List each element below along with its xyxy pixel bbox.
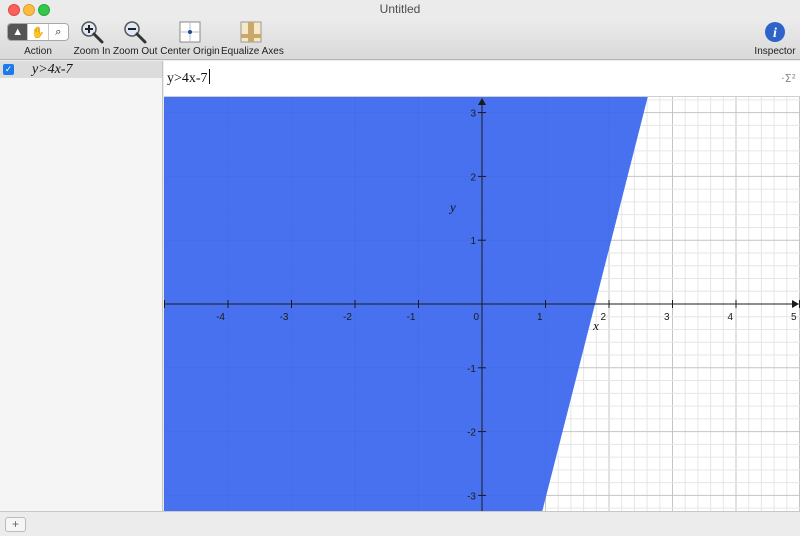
equation-list-item[interactable]: ✓ y>4x-7 — [0, 61, 162, 78]
graph-view[interactable]: -5-4-3-2-1012345-3-2-1123xy — [153, 86, 800, 522]
equation-input[interactable]: y>4x-7 — [167, 69, 210, 87]
toolbar: ▲ ✋ ⌕ Action Zoom In Zoom Out Center Ori… — [0, 20, 800, 60]
zoom-in-icon — [81, 21, 104, 44]
hand-tool-icon[interactable]: ✋ — [28, 24, 49, 40]
x-tick-label: 4 — [727, 312, 733, 323]
inspector-label: Inspector — [754, 46, 796, 57]
equation-text: y>4x-7 — [32, 61, 73, 77]
close-window-button[interactable] — [8, 4, 20, 16]
x-tick-label: 5 — [791, 312, 797, 323]
x-tick-label: 3 — [664, 312, 670, 323]
pointer-tool-icon[interactable]: ▲ — [8, 24, 29, 40]
x-tick-label: -2 — [343, 312, 352, 323]
minimize-window-button[interactable] — [23, 4, 35, 16]
svg-text:i: i — [773, 26, 777, 41]
text-caret — [208, 69, 210, 84]
x-axis-label: x — [592, 318, 599, 333]
zoom-window-button[interactable] — [38, 4, 50, 16]
zoom-in-label: Zoom In — [73, 46, 111, 57]
x-tick-label: 0 — [473, 312, 479, 323]
equation-expression: y>4x-7 — [167, 71, 208, 86]
x-tick-label: 1 — [537, 312, 543, 323]
window-title: Untitled — [379, 2, 421, 16]
zoom-out-icon — [124, 21, 147, 44]
center-origin-label: Center Origin — [160, 46, 220, 57]
x-tick-label: 2 — [600, 312, 606, 323]
title-bar: Untitled — [0, 0, 800, 20]
graph-canvas[interactable]: -5-4-3-2-1012345-3-2-1123xy — [153, 86, 800, 522]
sigma-icon[interactable]: ·Σ² — [781, 72, 796, 85]
y-tick-label: -3 — [467, 491, 476, 502]
x-tick-label: -1 — [407, 312, 416, 323]
equalize-axes-icon — [240, 21, 262, 43]
y-tick-label: -2 — [467, 428, 476, 439]
x-tick-label: -3 — [280, 312, 289, 323]
add-equation-button[interactable]: + — [5, 517, 26, 532]
zoom-out-label: Zoom Out — [113, 46, 158, 57]
y-tick-label: -1 — [467, 364, 476, 375]
action-segmented-control[interactable]: ▲ ✋ ⌕ — [7, 23, 69, 41]
magnify-tool-icon[interactable]: ⌕ — [49, 24, 68, 40]
y-tick-label: 2 — [470, 172, 476, 183]
equalize-axes-label: Equalize Axes — [221, 46, 284, 57]
y-tick-label: 3 — [470, 109, 476, 120]
equation-list: ✓ y>4x-7 — [0, 61, 163, 511]
action-label: Action — [24, 46, 52, 57]
equation-visible-checkbox[interactable]: ✓ — [3, 64, 14, 75]
bottom-bar: + — [0, 511, 800, 536]
x-tick-label: -4 — [216, 312, 225, 323]
x-axis-arrow-icon — [792, 300, 799, 308]
info-icon: i — [765, 22, 785, 42]
equation-editor[interactable]: y>4x-7 ·Σ² — [164, 61, 800, 97]
y-axis-label: y — [448, 199, 456, 214]
center-origin-icon — [179, 21, 201, 43]
y-tick-label: 1 — [470, 236, 476, 247]
